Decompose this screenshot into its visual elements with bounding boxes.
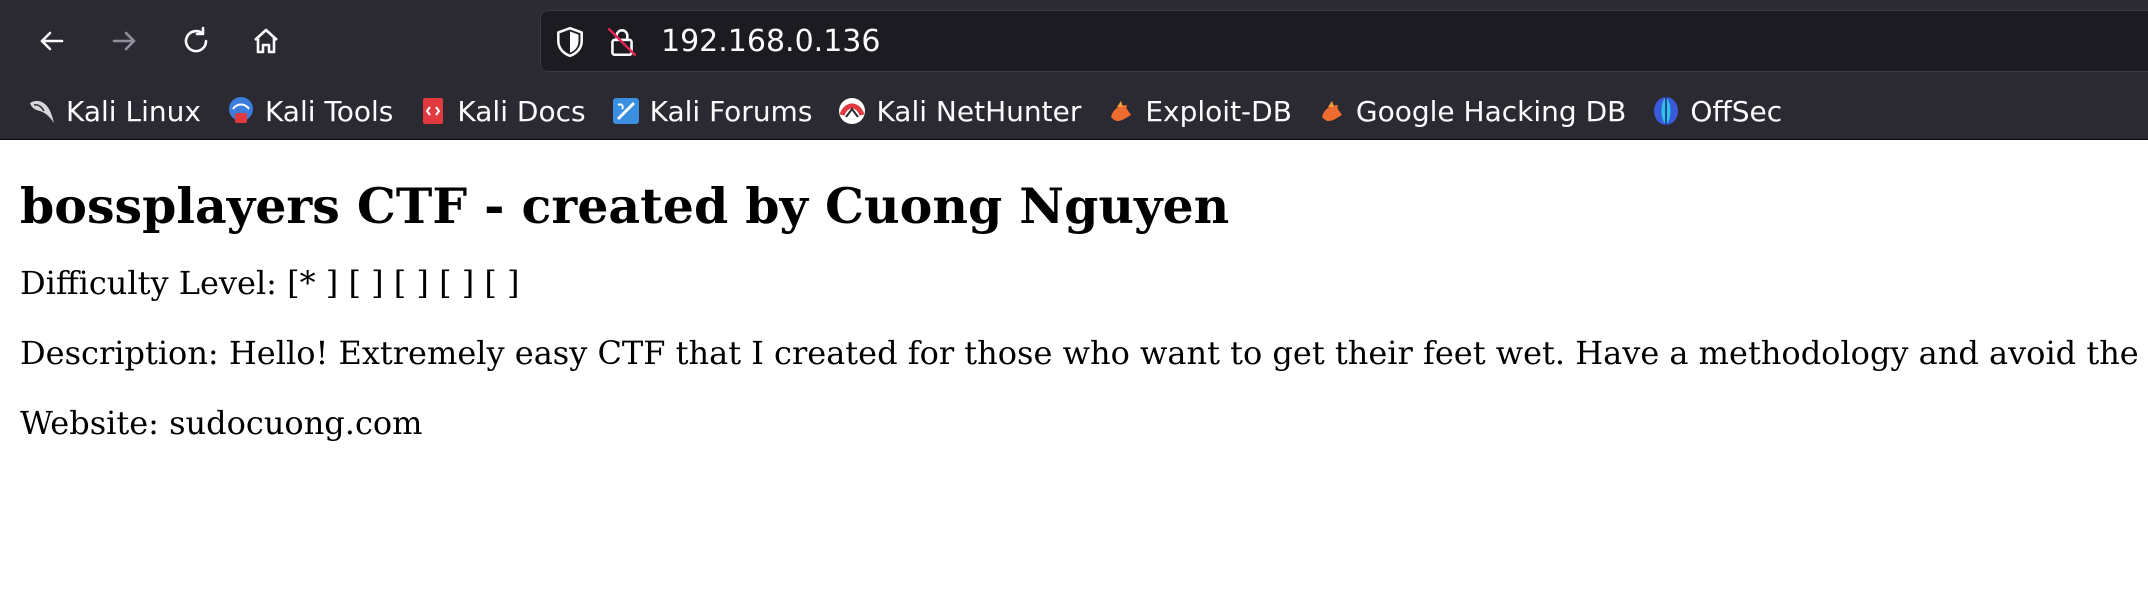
google-hacking-db-icon xyxy=(1321,101,1342,121)
bookmark-kali-tools[interactable]: Kali Tools xyxy=(225,95,393,128)
bookmark-label: Kali NetHunter xyxy=(876,94,1082,128)
exploit-db-icon xyxy=(1111,101,1132,121)
bookmark-exploit-db[interactable]: Exploit-DB xyxy=(1105,95,1292,128)
bookmarks-toolbar: Kali Linux Kali Tools Kali Docs Kali For… xyxy=(0,82,2148,140)
bookmark-label: Kali Forums xyxy=(649,94,813,128)
bookmark-label: OffSec xyxy=(1690,94,1783,128)
home-button[interactable] xyxy=(246,21,286,61)
bookmark-google-hacking-db[interactable]: Google Hacking DB xyxy=(1316,95,1626,128)
back-arrow-icon xyxy=(40,31,64,51)
kali-dragon-icon xyxy=(30,100,54,123)
reload-icon xyxy=(184,26,208,53)
tracking-protection-shield-icon[interactable] xyxy=(553,25,587,59)
navigation-toolbar: 192.168.0.136 xyxy=(0,0,2148,82)
description-text: Description: Hello! Extremely easy CTF t… xyxy=(20,334,2139,372)
bookmark-label: Exploit-DB xyxy=(1145,94,1292,128)
bookmark-kali-docs[interactable]: Kali Docs xyxy=(417,94,586,128)
address-bar[interactable]: 192.168.0.136 xyxy=(540,10,2148,72)
difficulty-level-text: Difficulty Level: [* ] [ ] [ ] [ ] [ ] xyxy=(20,264,520,302)
bookmark-kali-nethunter[interactable]: Kali NetHunter xyxy=(836,95,1081,128)
bookmark-label: Kali Linux xyxy=(66,94,201,128)
back-button[interactable] xyxy=(32,21,72,61)
bookmark-kali-forums[interactable]: Kali Forums xyxy=(610,94,813,128)
reload-button[interactable] xyxy=(176,21,216,61)
forward-button[interactable] xyxy=(104,21,144,61)
page-title: bossplayers CTF - created by Cuong Nguye… xyxy=(20,177,1230,235)
bookmark-label: Kali Docs xyxy=(457,94,586,128)
website-text: Website: sudocuong.com xyxy=(20,404,423,442)
bookmark-label: Google Hacking DB xyxy=(1355,94,1627,128)
kali-tools-icon xyxy=(228,97,253,123)
home-icon xyxy=(254,28,278,54)
browser-chrome: 192.168.0.136 Kali Linux Kali Tools Kali xyxy=(0,0,2148,140)
insecure-lock-icon[interactable] xyxy=(605,25,639,59)
kali-nethunter-icon xyxy=(839,98,866,124)
bookmark-offsec[interactable]: OffSec xyxy=(1650,95,1782,128)
url-text[interactable]: 192.168.0.136 xyxy=(661,23,880,61)
offsec-icon xyxy=(1654,97,1679,125)
bookmark-label: Kali Tools xyxy=(264,94,394,128)
bookmark-kali-linux[interactable]: Kali Linux xyxy=(26,95,201,128)
kali-forums-icon xyxy=(612,98,639,124)
page-content: bossplayers CTF - created by Cuong Nguye… xyxy=(0,176,2148,443)
kali-docs-icon xyxy=(423,98,444,124)
forward-arrow-icon xyxy=(112,31,136,51)
